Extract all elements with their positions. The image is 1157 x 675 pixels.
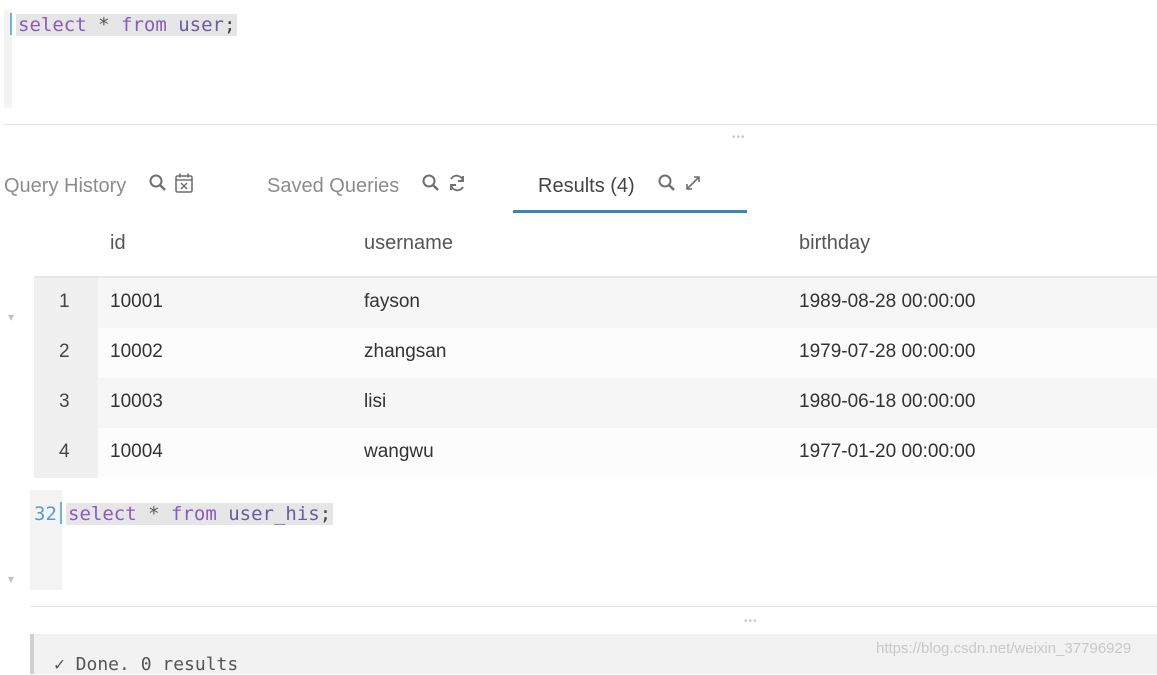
sql-table-name: user [178,14,224,36]
column-header-birthday[interactable]: birthday [799,232,870,255]
refresh-icon[interactable] [447,173,467,199]
sql-operator: * [98,14,110,36]
column-header-username[interactable]: username [364,232,453,255]
resize-handle-icon[interactable]: ••• [744,616,758,627]
search-icon[interactable] [148,173,168,199]
row-number: 2 [34,328,98,378]
editor-gutter: 32 [30,490,62,590]
cell-id: 10004 [110,441,163,462]
sql-terminator: ; [223,14,236,36]
active-tab-indicator [513,210,747,213]
row-number: 4 [34,428,98,478]
tab-label: Query History [4,174,127,197]
search-icon[interactable] [421,173,441,199]
cell-username: fayson [364,291,420,312]
cell-birthday: 1980-06-18 00:00:00 [799,391,976,412]
selected-text[interactable]: select * from user_his; [66,503,334,525]
cell-id: 10002 [110,341,163,362]
sql-keyword: select [68,503,137,525]
cell-username: lisi [364,391,387,412]
text-cursor [60,502,62,524]
editor-divider [4,124,1157,125]
tab-label: Results (4) [538,174,635,197]
selected-text[interactable]: select * from user; [16,14,238,36]
sql-keyword: from [121,14,167,36]
row-number: 1 [34,278,98,328]
status-text: ✓ Done. 0 results [54,654,239,675]
sql-operator: * [148,503,160,525]
tab-results[interactable]: Results (4) [538,160,709,212]
tab-label: Saved Queries [267,174,400,197]
editor-divider [30,606,1157,607]
calendar-clear-icon[interactable] [174,172,194,200]
sql-keyword: select [18,14,87,36]
cell-username: zhangsan [364,341,447,362]
row-number: 3 [34,378,98,428]
cell-birthday: 1989-08-28 00:00:00 [799,291,976,312]
cell-id: 10003 [110,391,163,412]
table-row[interactable]: 2 10002 zhangsan 1979-07-28 00:00:00 [34,328,1157,379]
table-header: id username birthday [34,220,1157,278]
collapse-caret-icon[interactable]: ▾ [8,310,14,324]
collapse-caret-icon[interactable]: ▾ [8,572,14,586]
cell-birthday: 1979-07-28 00:00:00 [799,341,976,362]
table-row[interactable]: 4 10004 wangwu 1977-01-20 00:00:00 [34,428,1157,478]
column-header-id[interactable]: id [110,232,126,255]
sql-table-name: user_his [228,503,320,525]
table-row[interactable]: 3 10003 lisi 1980-06-18 00:00:00 [34,378,1157,429]
tab-saved-queries[interactable]: Saved Queries [267,160,473,212]
result-tabs: Query History Saved Queries Results (4) [0,160,1157,214]
expand-icon[interactable] [683,173,703,199]
text-cursor [10,13,12,35]
sql-keyword: from [171,503,217,525]
watermark: https://blog.csdn.net/weixin_37796929 [876,640,1132,657]
cell-username: wangwu [364,441,434,462]
sql-editor-top[interactable]: select * from user; [0,0,1157,124]
cell-birthday: 1977-01-20 00:00:00 [799,441,976,462]
table-row[interactable]: 1 10001 fayson 1989-08-28 00:00:00 [34,278,1157,329]
tab-query-history[interactable]: Query History [4,160,200,212]
code-line[interactable]: select * from user; [10,12,238,38]
sql-editor-bottom[interactable]: 32 select * from user_his; [30,490,1157,590]
resize-handle-icon[interactable]: ••• [732,132,746,143]
cell-id: 10001 [110,291,163,312]
line-number: 32 [34,503,57,525]
sql-terminator: ; [319,503,332,525]
search-icon[interactable] [657,173,677,199]
code-line[interactable]: select * from user_his; [60,501,334,527]
